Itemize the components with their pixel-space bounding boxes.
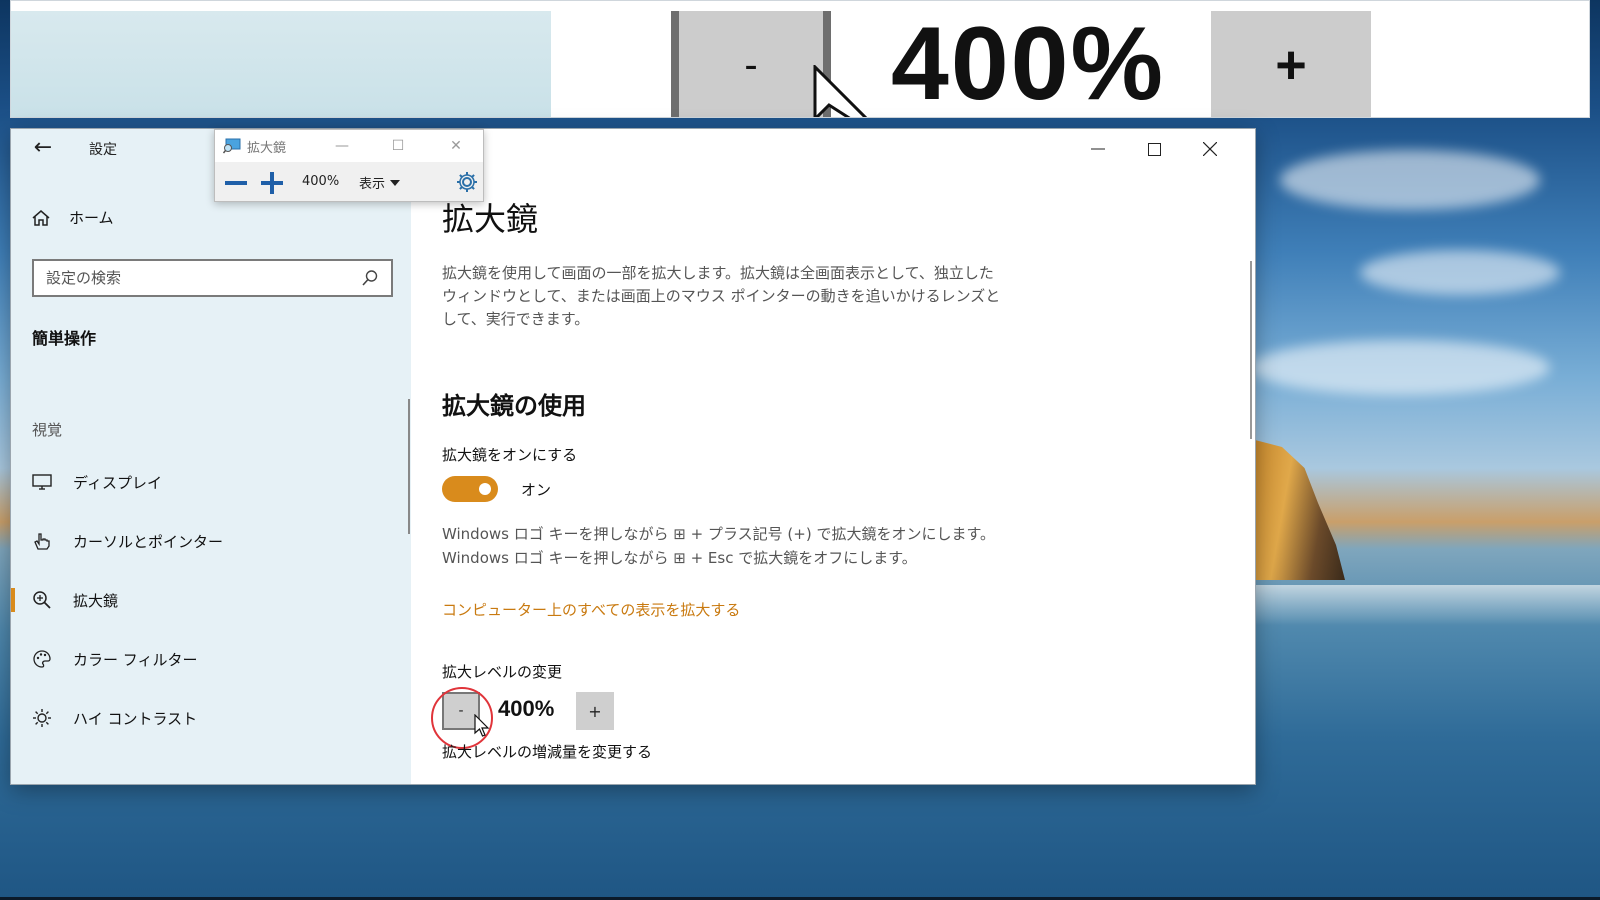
settings-sidebar: ← 設定 ホーム 簡単操作 視覚 ディスプレイ (11, 129, 411, 784)
sidebar-item-high-contrast[interactable]: ハイ コントラスト (11, 698, 409, 738)
zoom-increment-label: 拡大レベルの増減量を変更する (442, 743, 653, 761)
sidebar-item-label: ディスプレイ (73, 473, 162, 492)
zoom-in-button[interactable]: + (576, 692, 614, 730)
magnifier-toolbar-window: 拡大鏡 — ☐ ✕ 400% 表示 (214, 129, 484, 202)
minimize-icon[interactable]: — (327, 135, 357, 157)
magnifier-app-icon (223, 138, 241, 154)
toggle-label: 拡大鏡をオンにする (442, 446, 578, 464)
magnifier-title: 拡大鏡 (247, 140, 287, 156)
home-label: ホーム (69, 209, 114, 227)
magnified-zoom-level: 400% (891, 6, 1165, 118)
sea-rock (1255, 440, 1345, 580)
window-title: 設定 (89, 142, 117, 158)
zoom-level-value: 400% (498, 696, 555, 721)
magnifier-icon (31, 589, 53, 611)
magnified-zoom-out-button[interactable]: - (671, 11, 831, 117)
mouse-cursor-icon (474, 714, 490, 737)
section-title: 拡大鏡の使用 (442, 392, 586, 420)
plus-icon (261, 172, 283, 194)
sidebar-item-magnifier[interactable]: 拡大鏡 (11, 580, 409, 620)
view-dropdown[interactable]: 表示 (359, 173, 401, 192)
view-label: 表示 (359, 177, 386, 192)
gear-icon (457, 172, 477, 192)
enlarge-everything-link[interactable]: コンピューター上のすべての表示を拡大する (442, 599, 740, 620)
zoom-level-label: 拡大レベルの変更 (442, 663, 563, 681)
close-icon[interactable]: ✕ (441, 135, 471, 157)
magnifier-toggle[interactable] (442, 476, 498, 502)
minimize-icon[interactable] (1075, 135, 1121, 163)
toolbar-zoom-level: 400% (302, 174, 340, 189)
sidebar-item-color-filter[interactable]: カラー フィルター (11, 639, 409, 679)
content-scrollbar[interactable] (1250, 261, 1252, 439)
pointer-icon (31, 530, 53, 552)
palette-icon (31, 648, 53, 670)
sidebar-item-label: ハイ コントラスト (73, 709, 198, 728)
category-title: 簡単操作 (32, 329, 97, 348)
brightness-icon (31, 707, 53, 729)
sidebar-item-home[interactable]: ホーム (31, 207, 114, 228)
search-input[interactable] (46, 269, 361, 287)
toggle-state: オン (521, 481, 552, 499)
maximize-icon[interactable]: ☐ (383, 135, 413, 157)
page-description: 拡大鏡を使用して画面の一部を拡大します。拡大鏡は全画面表示として、独立したウィン… (442, 264, 1001, 328)
home-icon (32, 209, 50, 226)
sidebar-item-label: カーソルとポインター (73, 532, 224, 551)
zoom-out-button[interactable] (221, 168, 251, 198)
sidebar-scrollbar[interactable] (408, 399, 410, 534)
shoreline (1240, 585, 1600, 625)
shortcut-hint-off: Windows ロゴ キーを押しながら ⊞ + Esc で拡大鏡をオフにします。 (442, 549, 917, 567)
magnified-cursor-icon (813, 65, 868, 117)
magnified-zoom-in-button[interactable]: + (1211, 11, 1371, 117)
chevron-down-icon (390, 179, 401, 186)
magnified-background (11, 11, 551, 117)
group-title: 視覚 (32, 421, 63, 439)
settings-button[interactable] (455, 170, 479, 194)
sidebar-item-cursor-pointer[interactable]: カーソルとポインター (11, 521, 409, 561)
sidebar-item-label: カラー フィルター (73, 650, 198, 669)
magnifier-lens-view: - 400% + (10, 0, 1590, 118)
close-icon[interactable] (1187, 135, 1233, 163)
zoom-in-button[interactable] (257, 168, 287, 198)
back-arrow-icon[interactable]: ← (31, 136, 55, 160)
maximize-icon[interactable] (1131, 135, 1177, 163)
settings-search-box[interactable] (32, 259, 393, 297)
minus-icon (225, 181, 247, 185)
settings-window: ← 設定 ホーム 簡単操作 視覚 ディスプレイ (11, 129, 1255, 784)
shortcut-hint-on: Windows ロゴ キーを押しながら ⊞ + プラス記号 (+) で拡大鏡をオ… (442, 525, 995, 543)
sidebar-item-display[interactable]: ディスプレイ (11, 462, 409, 502)
sidebar-item-label: 拡大鏡 (73, 591, 119, 610)
magnifier-controls: 400% 表示 (215, 166, 483, 200)
display-icon (31, 471, 53, 493)
search-icon[interactable] (361, 269, 379, 287)
